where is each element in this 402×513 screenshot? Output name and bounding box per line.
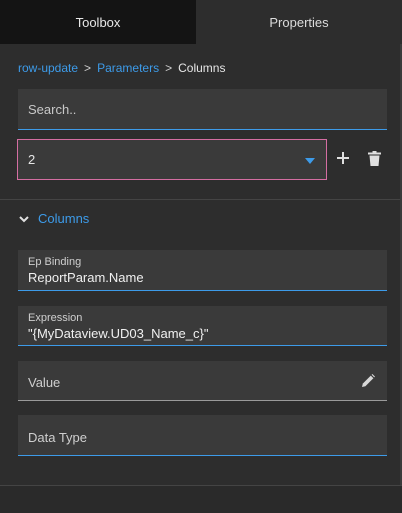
tab-properties[interactable]: Properties [196, 0, 402, 44]
breadcrumb: row-update > Parameters > Columns [18, 61, 225, 75]
breadcrumb-separator: > [84, 61, 92, 75]
expression-label: Expression [28, 312, 83, 324]
columns-section-header[interactable]: Columns [18, 211, 89, 226]
chevron-down-icon [19, 215, 29, 222]
ep-binding-field[interactable]: Ep Binding ReportParam.Name [18, 250, 387, 291]
data-type-field[interactable]: Data Type [18, 415, 387, 456]
plus-icon[interactable] [336, 151, 350, 165]
pencil-icon[interactable] [361, 374, 375, 388]
tab-toolbox[interactable]: Toolbox [0, 0, 196, 44]
breadcrumb-parameters[interactable]: Parameters [97, 61, 159, 75]
search-box [18, 89, 387, 130]
section-divider [0, 199, 402, 200]
ep-binding-label: Ep Binding [28, 256, 82, 268]
breadcrumb-separator: > [165, 61, 173, 75]
breadcrumb-current: Columns [178, 61, 226, 75]
column-selector-value: 2 [28, 152, 36, 167]
trash-icon[interactable] [368, 151, 381, 166]
caret-down-icon [305, 158, 315, 164]
panel-footer [0, 485, 402, 513]
expression-value: "{MyDataview.UD03_Name_c}" [28, 326, 209, 341]
expression-field[interactable]: Expression "{MyDataview.UD03_Name_c}" [18, 306, 387, 346]
value-field[interactable]: Value [18, 361, 387, 401]
column-selector[interactable]: 2 [17, 139, 327, 180]
value-placeholder: Value [28, 375, 61, 390]
data-type-placeholder: Data Type [28, 430, 88, 445]
section-title: Columns [38, 211, 90, 226]
breadcrumb-row-update[interactable]: row-update [18, 61, 78, 75]
search-input[interactable] [18, 89, 387, 129]
ep-binding-value: ReportParam.Name [28, 270, 144, 285]
panel-tabs: Toolbox Properties [0, 0, 402, 44]
